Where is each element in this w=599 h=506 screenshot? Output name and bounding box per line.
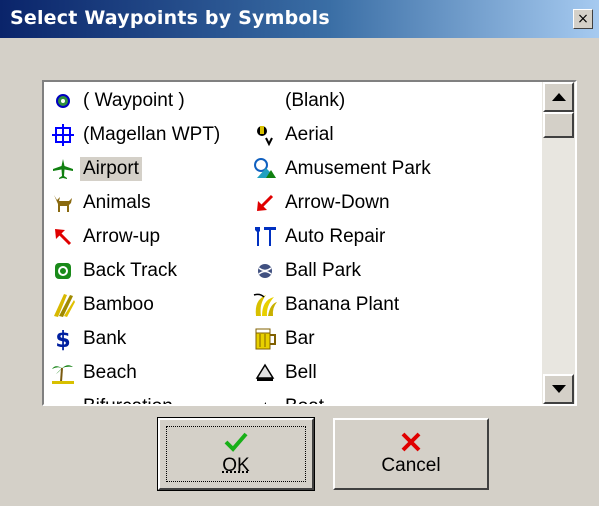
list-item[interactable]: Banana Plant bbox=[252, 288, 434, 322]
list-item[interactable]: Arrow-up bbox=[50, 220, 223, 254]
close-button[interactable]: × bbox=[573, 9, 593, 29]
bell-icon bbox=[252, 360, 278, 386]
back-track-icon bbox=[50, 258, 76, 284]
svg-text:$: $ bbox=[55, 328, 70, 352]
bifurcation-icon bbox=[50, 394, 76, 404]
list-item[interactable]: Aerial bbox=[252, 118, 434, 152]
scroll-up-button[interactable] bbox=[543, 82, 574, 112]
list-item[interactable]: $ Bank bbox=[50, 322, 223, 356]
title-bar[interactable]: Select Waypoints by Symbols × bbox=[0, 0, 599, 38]
dollar-icon: $ bbox=[50, 326, 76, 352]
triangle-up-icon bbox=[551, 93, 566, 101]
list-item[interactable]: Bar bbox=[252, 322, 434, 356]
close-icon: × bbox=[577, 11, 589, 27]
symbol-list[interactable]: ( Waypoint ) (Magellan WPT) Airport Anim… bbox=[42, 80, 577, 406]
symbol-column-right: (Blank) Aerial Amusement Park Arrow-Down bbox=[252, 84, 434, 404]
list-item[interactable]: Bamboo bbox=[50, 288, 223, 322]
ok-label: OK bbox=[222, 455, 250, 476]
list-item[interactable]: Bifurcation bbox=[50, 390, 223, 404]
list-item[interactable]: Ball Park bbox=[252, 254, 434, 288]
list-item[interactable]: (Magellan WPT) bbox=[50, 118, 223, 152]
red-x-icon bbox=[401, 432, 421, 452]
list-item[interactable]: Arrow-Down bbox=[252, 186, 434, 220]
deer-icon bbox=[50, 190, 76, 216]
cancel-button[interactable]: Cancel bbox=[333, 418, 489, 490]
airplane-icon bbox=[50, 156, 76, 182]
list-item-selected[interactable]: Airport bbox=[50, 152, 223, 186]
list-item[interactable]: Amusement Park bbox=[252, 152, 434, 186]
scroll-thumb[interactable] bbox=[543, 112, 574, 138]
crosshair-icon bbox=[50, 122, 76, 148]
boat-icon bbox=[252, 394, 278, 404]
wrench-icon bbox=[252, 224, 278, 250]
symbol-column-left: ( Waypoint ) (Magellan WPT) Airport Anim… bbox=[50, 84, 223, 404]
window-title: Select Waypoints by Symbols bbox=[10, 7, 330, 29]
scroll-down-button[interactable] bbox=[543, 374, 574, 404]
bamboo-icon bbox=[50, 292, 76, 318]
arrow-down-icon bbox=[252, 190, 278, 216]
checkmark-icon bbox=[224, 432, 248, 452]
arrow-up-icon bbox=[50, 224, 76, 250]
list-item[interactable]: Boat bbox=[252, 390, 434, 404]
list-item[interactable]: (Blank) bbox=[252, 84, 434, 118]
vertical-scrollbar[interactable] bbox=[542, 82, 575, 404]
blank-icon bbox=[252, 88, 278, 114]
beer-mug-icon bbox=[252, 326, 278, 352]
ball-icon bbox=[252, 258, 278, 284]
list-item[interactable]: Beach bbox=[50, 356, 223, 390]
list-item[interactable]: Back Track bbox=[50, 254, 223, 288]
aerial-icon bbox=[252, 122, 278, 148]
banana-icon bbox=[252, 292, 278, 318]
ok-button[interactable]: OK bbox=[157, 417, 315, 491]
palm-tree-icon bbox=[50, 360, 76, 386]
waypoint-dot-icon bbox=[50, 88, 76, 114]
list-item[interactable]: ( Waypoint ) bbox=[50, 84, 223, 118]
list-item[interactable]: Animals bbox=[50, 186, 223, 220]
list-item[interactable]: Auto Repair bbox=[252, 220, 434, 254]
list-item[interactable]: Bell bbox=[252, 356, 434, 390]
cancel-label: Cancel bbox=[381, 455, 441, 476]
amusement-park-icon bbox=[252, 156, 278, 182]
triangle-down-icon bbox=[551, 385, 566, 393]
